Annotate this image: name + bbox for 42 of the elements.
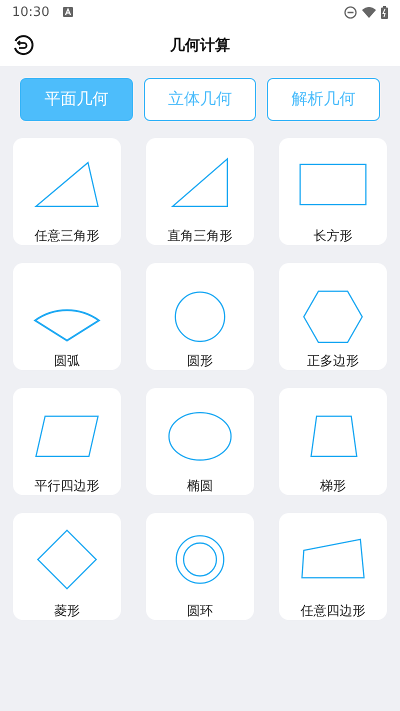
shape-label: 直角三角形	[168, 228, 232, 245]
right-triangle-icon	[170, 158, 228, 208]
shape-label: 圆环	[187, 603, 213, 620]
shape-card[interactable]: 任意三角形	[13, 138, 121, 245]
rhombus-icon	[36, 529, 98, 590]
shape-card[interactable]: 平行四边形	[13, 388, 121, 495]
parallelogram-icon	[35, 416, 99, 458]
ellipse-icon	[168, 412, 232, 461]
rectangle-icon	[300, 164, 366, 206]
shape-card[interactable]: 椭圆	[146, 388, 254, 495]
shape-card[interactable]: 直角三角形	[146, 138, 254, 245]
wifi-icon	[362, 6, 376, 18]
shape-card[interactable]: 圆环	[146, 513, 254, 620]
sector-icon	[34, 309, 100, 342]
shape-card[interactable]: 长方形	[279, 138, 387, 245]
status-time: 10:30	[12, 4, 50, 20]
ring-icon	[176, 535, 224, 584]
shape-card[interactable]: 正多边形	[279, 263, 387, 370]
triangle-icon	[34, 161, 99, 208]
shape-card[interactable]: 菱形	[13, 513, 121, 620]
shape-card[interactable]: 梯形	[279, 388, 387, 495]
shape-label: 平行四边形	[34, 478, 100, 495]
shape-label: 圆弧	[54, 353, 80, 370]
battery-icon	[381, 6, 388, 18]
notification-icon	[63, 7, 74, 17]
shape-card[interactable]: 任意四边形	[279, 513, 387, 620]
shape-card[interactable]: 圆弧	[13, 263, 121, 370]
shape-label: 长方形	[314, 228, 352, 245]
shape-card[interactable]: 圆形	[146, 263, 254, 370]
page-title: 几何计算	[170, 36, 230, 54]
quadrilateral-icon	[301, 538, 365, 578]
trapezoid-icon	[310, 416, 358, 458]
shape-label: 梯形	[320, 478, 346, 495]
shape-label: 任意四边形	[300, 603, 366, 620]
do-not-disturb-icon	[344, 6, 357, 18]
shape-label: 正多边形	[307, 353, 359, 370]
shape-label: 椭圆	[187, 478, 213, 495]
hexagon-icon	[303, 290, 363, 343]
shape-label: 任意三角形	[34, 228, 100, 245]
circle-icon	[174, 292, 226, 342]
shape-label: 菱形	[54, 603, 80, 620]
shape-label: 圆形	[187, 353, 213, 370]
